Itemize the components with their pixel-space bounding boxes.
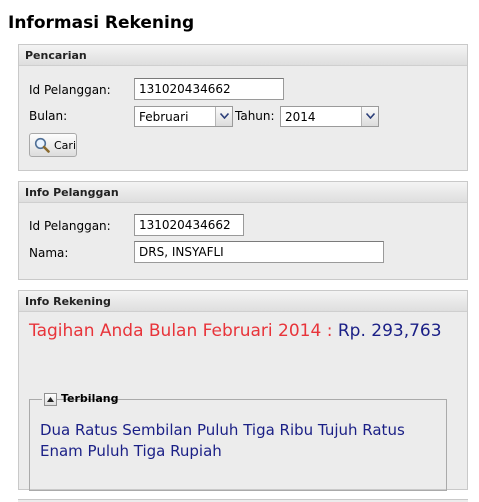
bill-prefix: Tagihan Anda Bulan Februari 2014 : xyxy=(29,321,333,341)
month-label: Bulan: xyxy=(29,109,68,123)
year-dropdown-button[interactable] xyxy=(361,107,378,126)
customer-name-label: Nama: xyxy=(29,246,69,260)
spelled-amount-legend-label: Terbilang xyxy=(61,392,119,405)
search-id-input[interactable] xyxy=(134,78,284,100)
search-button-label: Cari xyxy=(54,139,76,152)
chevron-down-icon xyxy=(220,113,229,119)
chevron-down-icon xyxy=(366,113,375,119)
year-label: Tahun: xyxy=(235,109,275,123)
spelled-amount-legend: Terbilang xyxy=(42,392,118,407)
bill-summary: Tagihan Anda Bulan Februari 2014 : Rp. 2… xyxy=(29,321,449,342)
search-panel-header: Pencarian xyxy=(19,45,467,66)
year-select[interactable]: 2014 xyxy=(280,106,379,127)
collapse-button[interactable] xyxy=(44,393,57,406)
month-value: Februari xyxy=(139,110,189,124)
customer-id-label: Id Pelanggan: xyxy=(29,219,111,233)
search-panel: Pencarian Id Pelanggan: Bulan: Februari … xyxy=(18,44,468,171)
spelled-amount-text: Dua Ratus Sembilan Puluh Tiga Ribu Tujuh… xyxy=(40,421,405,460)
customer-name-field[interactable] xyxy=(134,241,384,263)
year-value: 2014 xyxy=(285,110,316,124)
customer-panel-header: Info Pelanggan xyxy=(19,182,467,203)
chevron-up-icon xyxy=(47,397,54,402)
search-id-label: Id Pelanggan: xyxy=(29,83,111,97)
account-panel: Info Rekening Tagihan Anda Bulan Februar… xyxy=(18,290,468,491)
month-dropdown-button[interactable] xyxy=(215,107,232,126)
search-button[interactable]: Cari xyxy=(29,133,77,157)
bill-amount: Rp. 293,763 xyxy=(337,321,442,341)
customer-id-field[interactable] xyxy=(134,214,244,236)
magnifier-icon xyxy=(34,137,50,156)
page-title: Informasi Rekening xyxy=(8,13,195,33)
account-panel-header: Info Rekening xyxy=(19,291,467,312)
customer-panel: Info Pelanggan Id Pelanggan: Nama: xyxy=(18,181,468,280)
spelled-amount-fieldset: Terbilang Dua Ratus Sembilan Puluh Tiga … xyxy=(29,392,447,491)
month-select[interactable]: Februari xyxy=(134,106,233,127)
